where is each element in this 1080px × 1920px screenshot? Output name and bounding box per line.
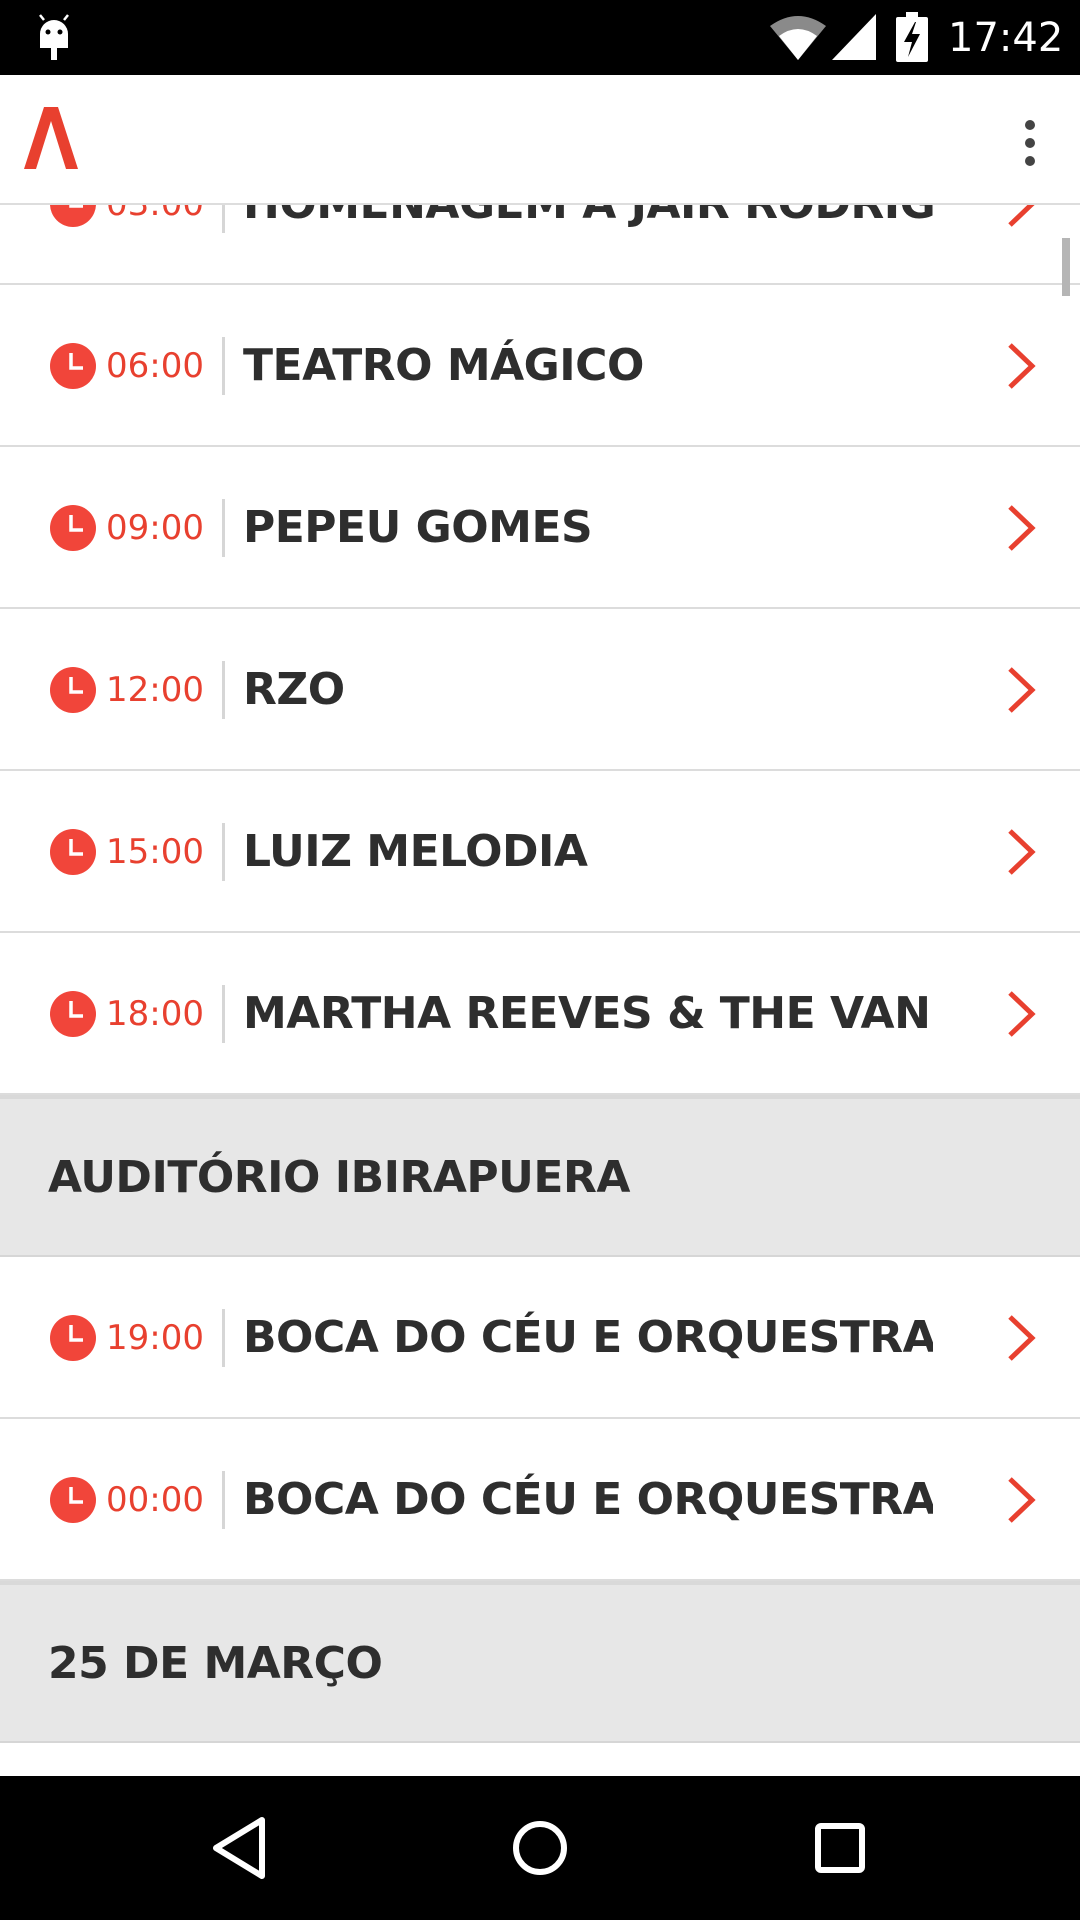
- event-time: 06:00: [106, 346, 204, 386]
- row-divider: [222, 337, 225, 395]
- event-time: 09:00: [106, 508, 204, 548]
- event-time: 00:00: [106, 1480, 204, 1520]
- event-title: BOCA DO CÉU E ORQUESTRA D ...: [243, 1474, 933, 1525]
- list-item[interactable]: 18:00 MARTHA REEVES & THE VAND ...: [0, 933, 1080, 1095]
- list-item[interactable]: 06:00 TEATRO MÁGICO: [0, 285, 1080, 447]
- chevron-right-icon: [1008, 1477, 1036, 1523]
- list-item[interactable]: [0, 1743, 1080, 1776]
- list-item[interactable]: 09:00 PEPEU GOMES: [0, 447, 1080, 609]
- section-title: 25 DE MARÇO: [48, 1638, 383, 1689]
- list-item[interactable]: 00:00 BOCA DO CÉU E ORQUESTRA D ...: [0, 1419, 1080, 1581]
- clock-icon: [50, 667, 96, 713]
- cell-signal-icon: [832, 14, 876, 60]
- battery-charging-icon: [896, 12, 928, 62]
- event-time: 03:00: [106, 205, 216, 235]
- clock-icon: [50, 343, 96, 389]
- clock-icon: [50, 205, 96, 227]
- clock-icon: [50, 1315, 96, 1361]
- event-time: 18:00: [106, 994, 204, 1034]
- wifi-icon: [770, 16, 826, 60]
- chevron-right-icon: [1008, 343, 1036, 389]
- clock-icon: [50, 505, 96, 551]
- chevron-right-icon: [1008, 991, 1036, 1037]
- row-divider: [222, 661, 225, 719]
- status-bar: 17:42: [0, 0, 1080, 75]
- list-item[interactable]: 03:00 HOMENAGEM A JAIR RODRIGO ...: [0, 205, 1080, 285]
- schedule-list[interactable]: 03:00 HOMENAGEM A JAIR RODRIGO ... 06:00…: [0, 205, 1080, 1776]
- chevron-right-icon: [1008, 1315, 1036, 1361]
- list-item[interactable]: 15:00 LUIZ MELODIA: [0, 771, 1080, 933]
- overflow-menu-icon[interactable]: [1010, 115, 1050, 171]
- back-icon[interactable]: [200, 1808, 280, 1888]
- scrollbar[interactable]: [1062, 238, 1070, 296]
- section-header: AUDITÓRIO IBIRAPUERA: [0, 1095, 1080, 1257]
- event-time: 15:00: [106, 832, 204, 872]
- clock-icon: [50, 991, 96, 1037]
- clock-icon: [50, 829, 96, 875]
- event-title: RZO: [243, 664, 345, 715]
- section-header: 25 DE MARÇO: [0, 1581, 1080, 1743]
- row-divider: [222, 1309, 225, 1367]
- event-time: 19:00: [106, 1318, 204, 1358]
- event-title: TEATRO MÁGICO: [243, 340, 644, 391]
- chevron-right-icon: [1008, 667, 1036, 713]
- clock-icon: [50, 1477, 96, 1523]
- section-title: AUDITÓRIO IBIRAPUERA: [48, 1152, 630, 1203]
- home-icon[interactable]: [500, 1808, 580, 1888]
- event-title: LUIZ MELODIA: [243, 826, 588, 877]
- chevron-right-icon: [1008, 829, 1036, 875]
- list-item[interactable]: 19:00 BOCA DO CÉU E ORQUESTRA D ...: [0, 1257, 1080, 1419]
- recents-icon[interactable]: [800, 1808, 880, 1888]
- event-title: PEPEU GOMES: [243, 502, 593, 553]
- event-title: BOCA DO CÉU E ORQUESTRA D ...: [243, 1312, 933, 1363]
- app-logo-icon[interactable]: [24, 107, 78, 169]
- row-divider: [222, 1471, 225, 1529]
- row-divider: [222, 823, 225, 881]
- row-divider: [222, 985, 225, 1043]
- row-divider: [222, 205, 225, 233]
- event-time: 12:00: [106, 670, 204, 710]
- status-clock: 17:42: [948, 15, 1064, 61]
- event-title: MARTHA REEVES & THE VAND ...: [243, 988, 933, 1039]
- schedule-list-content: 03:00 HOMENAGEM A JAIR RODRIGO ... 06:00…: [0, 205, 1080, 1776]
- chevron-right-icon: [1008, 205, 1035, 227]
- navigation-bar: [0, 1776, 1080, 1920]
- chevron-right-icon: [1008, 505, 1036, 551]
- android-debug-icon: [39, 14, 69, 60]
- app-bar: [0, 75, 1080, 205]
- event-title: HOMENAGEM A JAIR RODRIGO ...: [243, 205, 933, 239]
- row-divider: [222, 499, 225, 557]
- list-item[interactable]: 12:00 RZO: [0, 609, 1080, 771]
